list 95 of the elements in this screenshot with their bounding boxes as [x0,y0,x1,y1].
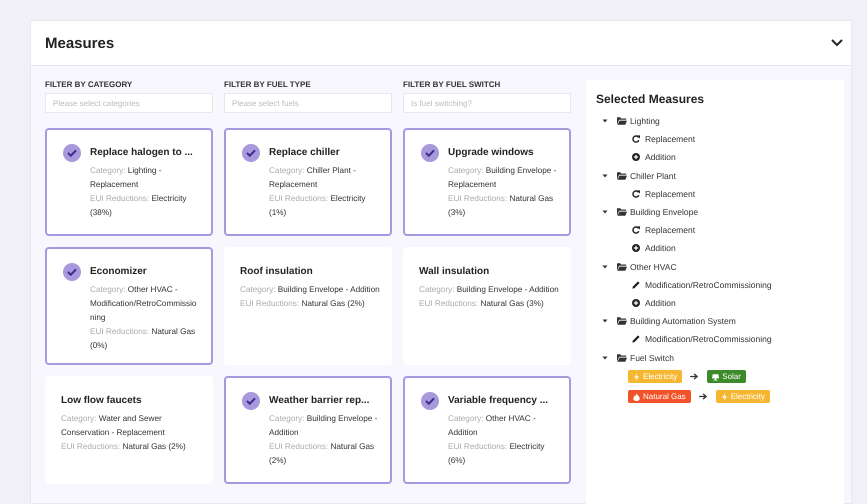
measure-detail: Category: Building Envelope - Addition [240,284,380,296]
filter-label: FILTER BY CATEGORY [45,80,134,89]
tree-item[interactable]: Chiller Plant [630,170,676,181]
folder-icon [617,208,627,216]
measure-detail: EUI Reductions: Natural Gas (2%) [61,441,187,453]
folder-icon [617,317,627,326]
measure-title: Low flow faucets [61,395,143,406]
measure-card[interactable]: Weather barrier rep... Category: Building Envelope - Addition EUI Reductions: Natural Gas (2%) [224,376,392,484]
measure-detail: EUI Reductions: Electricity (6%) [448,441,546,467]
tree-item[interactable]: Addition [645,298,676,308]
measure-card[interactable]: Roof insulation Category: Building Envelope - Addition EUI Reductions: Natural Gas (2%) [224,247,392,365]
tree-item[interactable]: Replacement [645,134,696,144]
caret-icon[interactable] [602,318,608,324]
measure-detail: EUI Reductions: Natural Gas (3%) [419,298,545,310]
check-icon [242,144,260,162]
chevron-icon[interactable] [831,39,843,47]
refresh-icon [632,226,640,234]
check-icon [63,263,81,281]
measure-detail: Category: Lighting - Replacement [90,165,162,191]
measure-detail: EUI Reductions: Natural Gas (3%) [448,193,554,219]
fuel-tag: Electricity [716,390,770,404]
folder-icon [617,262,627,271]
folder-icon [617,172,627,180]
caret-icon[interactable] [602,354,608,361]
arrow-icon [690,373,700,380]
caret-icon[interactable] [602,118,608,124]
plus-circle-icon [632,153,640,162]
measure-detail: Category: Building Envelope - Addition [419,284,559,296]
measure-detail: Category: Building Envelope - Replacement [448,165,558,191]
tree-item[interactable]: Other HVAC [630,262,677,272]
measure-detail: Category: Building Envelope - Addition [269,413,378,439]
measure-title: Economizer [90,266,148,277]
measure-card[interactable]: Variable frequency ... Category: Other HVAC - Addition EUI Reductions: Electricity (6%) [403,376,571,484]
filter-label: FILTER BY FUEL SWITCH [403,80,502,89]
filter-field[interactable]: Please select fuels [224,93,392,113]
fuel-tag: Electricity [628,370,682,384]
tree-item[interactable]: Replacement [645,188,696,199]
measure-title: Replace chiller [269,147,341,158]
tree-item[interactable]: Addition [645,152,676,162]
pencil-icon [632,335,640,344]
fuel-tag: Solar [707,370,746,384]
refresh-icon [632,135,640,144]
fuel-tag: Natural Gas [628,390,691,404]
pencil-icon [632,280,640,289]
folder-icon [617,117,627,126]
measure-title: Wall insulation [419,266,490,277]
check-icon [242,392,260,410]
measure-card[interactable]: Upgrade windows Category: Building Envelope - Replacement EUI Reductions: Natural Gas (3%) [403,128,571,236]
tree-item[interactable]: Addition [645,243,676,254]
measure-card[interactable]: Low flow faucets Category: Water and Sewer Conservation - Replacement EUI Reductions: Natural Gas (2%) [45,376,213,484]
measure-card[interactable]: Replace chiller Category: Chiller Plant - Replacement EUI Reductions: Electricity (1%) [224,128,392,236]
bolt-icon [633,372,640,381]
measure-title: Upgrade windows [448,147,535,158]
measure-detail: EUI Reductions: Natural Gas (0%) [90,326,196,352]
measure-title: Replace halogen to ... [90,147,194,158]
folder-icon [617,354,627,362]
measure-detail: EUI Reductions: Natural Gas (2%) [240,298,366,310]
measure-detail: Category: Other HVAC - Addition [448,413,537,439]
caret-icon[interactable] [602,172,608,179]
caret-icon[interactable] [602,209,608,216]
measure-title: Variable frequency ... [448,395,550,406]
measure-card[interactable]: Replace halogen to ... Category: Lighting - Replacement EUI Reductions: Electricity (38%) [45,128,213,236]
panel-title: Measures [45,34,114,52]
measure-detail: EUI Reductions: Electricity (38%) [90,193,188,219]
check-icon [421,144,439,162]
check-icon [63,144,81,162]
arrow-icon [698,393,708,400]
tree-item[interactable]: Modification/RetroCommissioning [645,280,772,290]
tree-item[interactable]: Lighting [630,116,660,126]
measure-card[interactable]: Wall insulation Category: Building Envelope - Addition EUI Reductions: Natural Gas (3%) [403,247,571,365]
plus-circle-icon [632,244,640,252]
measure-card[interactable]: Economizer Category: Other HVAC - Modification/RetroCommissioning EUI Reductions: Natural Gas (0%) [45,247,213,365]
tree-item[interactable]: Building Automation System [630,316,736,326]
filter-field[interactable]: Please select categories [45,93,213,113]
measure-title: Weather barrier rep... [269,395,370,406]
caret-icon[interactable] [602,264,608,270]
filter-label: FILTER BY FUEL TYPE [224,80,312,89]
tree-item[interactable]: Modification/RetroCommissioning [645,334,772,344]
bolt-icon [720,392,728,401]
plus-circle-icon [632,298,640,307]
measure-title: Roof insulation [240,266,314,277]
filter-field[interactable]: Is fuel switching? [403,93,571,113]
measure-detail: EUI Reductions: Electricity (1%) [269,193,366,219]
selected-measures-title: Selected Measures [596,92,706,106]
refresh-icon [632,190,640,198]
flame-icon [633,392,640,401]
measure-detail: EUI Reductions: Natural Gas (2%) [269,441,376,467]
check-icon [421,392,439,410]
measure-detail: Category: Water and Sewer Conservation - Replacement [61,413,166,439]
tree-item[interactable]: Replacement [645,225,696,236]
tree-item[interactable]: Fuel Switch [630,352,674,363]
measure-detail: Category: Other HVAC - Modification/RetroCommissioning [90,284,198,324]
tree-item[interactable]: Building Envelope [630,207,698,218]
solar-panel-icon [712,372,720,381]
measure-detail: Category: Chiller Plant - Replacement [269,165,357,191]
